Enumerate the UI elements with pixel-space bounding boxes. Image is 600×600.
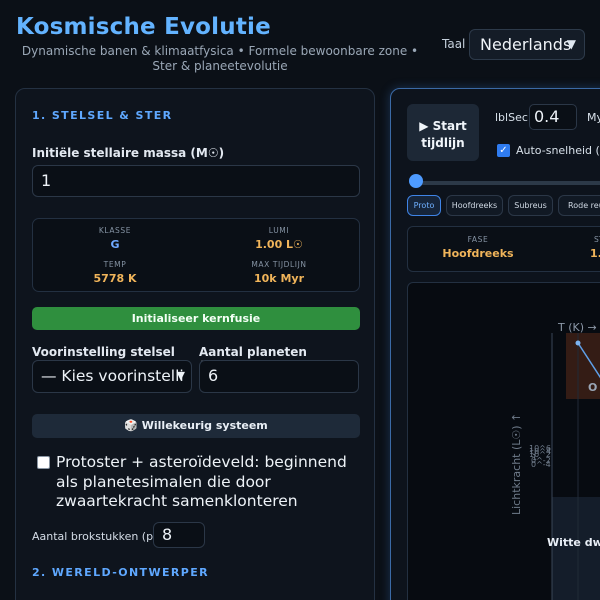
- phase-chip-red-giant[interactable]: Rode reus: [558, 195, 600, 216]
- y-axis-label: Lichtkracht (L☉) ↑: [510, 413, 523, 515]
- timeline-panel: ▶ Start tijdlijn lblSec 0.4 My ✓ Auto-sn…: [390, 88, 600, 600]
- timeline-slider-track[interactable]: [411, 181, 600, 185]
- language-select-value: Nederlands: [480, 35, 572, 54]
- stat-temperature: TEMP 5778 K: [33, 260, 197, 285]
- section-heading-world: 2. WERELD-ONTWERPER: [32, 566, 210, 579]
- initialize-fusion-button[interactable]: Initialiseer kernfusie: [32, 307, 360, 330]
- mass-label: Initiële stellaire massa (M☉): [32, 146, 225, 160]
- preset-select[interactable]: — Kies voorinstelli ▼: [32, 360, 192, 393]
- phase-key: FASE: [467, 235, 489, 244]
- top-axis-label: T (K) →: [557, 321, 597, 334]
- stat-temp-value: 5778 K: [93, 272, 137, 285]
- chevron-down-icon: ▼: [566, 37, 576, 51]
- lbl-sec-label: lblSec: [495, 111, 528, 124]
- phase-value: Hoofdreeks: [442, 247, 514, 260]
- stat-max-key: MAX TIJDLIJN: [251, 260, 307, 269]
- start-timeline-button[interactable]: ▶ Start tijdlijn: [407, 104, 479, 161]
- language-label: Taal: [442, 37, 466, 51]
- hr-diagram-svg: T (K) → O Lichtkracht (L☉) ↑ 10^6 10^4 1…: [510, 321, 600, 600]
- phase-chip-main-sequence[interactable]: Hoofdreeks: [446, 195, 503, 216]
- stat-max-value: 10k Myr: [254, 272, 304, 285]
- point-label: O: [588, 381, 597, 394]
- stat-temp-key: TEMP: [103, 260, 127, 269]
- phase-box: FASE Hoofdreeks ST 1.0: [407, 226, 600, 272]
- timeline-slider-thumb[interactable]: [409, 174, 423, 188]
- language-select[interactable]: Nederlands ▼: [469, 29, 585, 60]
- hr-diagram: T (K) → O Lichtkracht (L☉) ↑ 10^6 10^4 1…: [407, 282, 600, 600]
- protostar-checkbox-label: Protoster + asteroïdeveld: beginnend als…: [56, 453, 347, 510]
- lbl-sec-input[interactable]: 0.4: [529, 104, 577, 130]
- auto-speed-checkbox[interactable]: ✓: [497, 144, 510, 157]
- stat-luminosity: LUMI 1.00 L☉: [197, 226, 361, 251]
- phase-value-2: 1.0: [590, 247, 600, 260]
- debris-count-input[interactable]: 8: [153, 522, 205, 548]
- star-stats: KLASSE G LUMI 1.00 L☉ TEMP 5778 K MAX TI…: [32, 218, 360, 292]
- planet-count-input[interactable]: 6: [199, 360, 359, 393]
- stat-class-key: KLASSE: [98, 226, 132, 235]
- phase-chip-proto[interactable]: Proto: [407, 195, 441, 216]
- section-heading-system: 1. STELSEL & STER: [32, 109, 173, 122]
- system-panel: 1. STELSEL & STER Initiële stellaire mas…: [15, 88, 375, 600]
- page-subtitle: Dynamische banen & klimaatfysica • Forme…: [21, 44, 419, 73]
- random-system-button[interactable]: 🎲 Willekeurig systeem: [32, 414, 360, 438]
- stat-lumi-key: LUMI: [268, 226, 290, 235]
- white-dwarf-label: Witte dwer: [547, 536, 600, 549]
- stat-class: KLASSE G: [33, 226, 197, 251]
- preset-label: Voorinstelling stelsel: [32, 345, 175, 359]
- mass-input[interactable]: 1: [32, 165, 360, 197]
- stat-lumi-value: 1.00 L☉: [255, 238, 303, 251]
- protostar-checkbox[interactable]: [37, 456, 50, 469]
- stat-class-value: G: [110, 238, 120, 251]
- main-sequence-point: [575, 340, 581, 346]
- auto-speed-label: Auto-snelheid (aa: [516, 144, 600, 157]
- tick-label: 0^-4: [531, 460, 551, 469]
- page-title: Kosmische Evolutie: [16, 14, 271, 40]
- preset-select-value: — Kies voorinstelli: [41, 367, 184, 385]
- myr-label: My: [587, 111, 600, 124]
- phase-chip-subgiant[interactable]: Subreus: [508, 195, 553, 216]
- checkmark-icon: ✓: [499, 145, 508, 156]
- stat-max-timeline: MAX TIJDLIJN 10k Myr: [197, 260, 361, 285]
- chevron-down-icon: ▼: [176, 369, 185, 382]
- phase-key-2: ST: [594, 235, 600, 244]
